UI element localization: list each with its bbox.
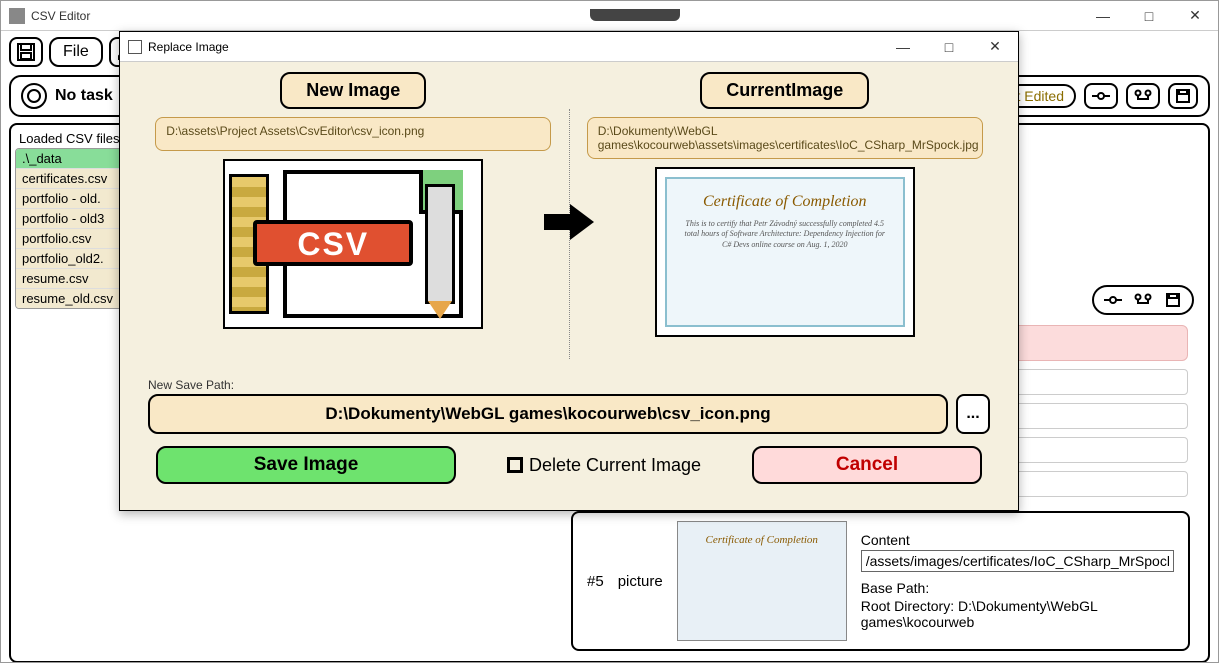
cancel-button[interactable]: Cancel <box>752 446 982 484</box>
current-image-button[interactable]: CurrentImage <box>700 72 869 109</box>
root-directory-text: Root Directory: D:\Dokumenty\WebGL games… <box>861 598 1174 630</box>
pull-icon-button[interactable] <box>1126 83 1160 109</box>
arrow-right-icon <box>544 202 594 242</box>
row-index: #5 <box>587 573 604 590</box>
close-button[interactable]: ✕ <box>1172 1 1218 31</box>
gear-icon[interactable] <box>21 83 47 109</box>
current-image-column: CurrentImage D:\Dokumenty\WebGL games\ko… <box>570 72 1001 372</box>
dialog-minimize-button[interactable]: — <box>880 32 926 62</box>
task-status-text: No task <box>55 87 113 105</box>
certificate-image: Certificate of Completion This is to cer… <box>665 177 905 327</box>
row-action-pill <box>1092 285 1194 315</box>
dialog-title: Replace Image <box>148 40 229 54</box>
app-icon <box>9 8 25 24</box>
save-icon <box>17 43 35 61</box>
dialog-body: New Image D:\assets\Project Assets\CsvEd… <box>120 62 1018 510</box>
commit-icon <box>1092 89 1110 103</box>
dialog-icon <box>128 40 142 54</box>
content-input[interactable] <box>861 550 1174 572</box>
checkbox-icon <box>507 457 523 473</box>
branch-icon-small[interactable] <box>1132 291 1154 309</box>
commit-icon-small[interactable] <box>1102 291 1124 309</box>
commit-icon-button[interactable] <box>1084 83 1118 109</box>
dialog-titlebar: Replace Image — □ ✕ <box>120 32 1018 62</box>
window-title: CSV Editor <box>31 9 90 23</box>
new-image-path: D:\assets\Project Assets\CsvEditor\csv_i… <box>155 117 551 151</box>
save-small-button[interactable] <box>1168 83 1198 109</box>
new-image-preview: CSV <box>223 159 483 329</box>
row-type: picture <box>618 573 663 590</box>
save-icon-button[interactable] <box>9 37 43 67</box>
new-save-path-field[interactable]: D:\Dokumenty\WebGL games\kocourweb\csv_i… <box>148 394 948 434</box>
delete-current-label: Delete Current Image <box>529 455 701 476</box>
content-label: Content <box>861 532 1174 548</box>
app-window: CSV Editor — □ ✕ File No task Not Edited… <box>0 0 1219 663</box>
save-small-icon <box>1176 89 1190 103</box>
replace-image-dialog: Replace Image — □ ✕ New Image D:\assets\… <box>119 31 1019 511</box>
cert-body-text: This is to certify that Petr Závodný suc… <box>683 219 887 250</box>
browse-button[interactable]: ... <box>956 394 990 434</box>
camera-notch <box>590 9 680 21</box>
dialog-close-button[interactable]: ✕ <box>972 32 1018 62</box>
minimize-button[interactable]: — <box>1080 1 1126 31</box>
row-detail-panel: #5 picture Content Base Path: Root Direc… <box>571 511 1190 651</box>
current-image-preview: Certificate of Completion This is to cer… <box>655 167 915 337</box>
new-image-column: New Image D:\assets\Project Assets\CsvEd… <box>138 72 569 372</box>
detail-fields: Content Base Path: Root Directory: D:\Do… <box>861 530 1174 632</box>
cert-title-text: Certificate of Completion <box>667 193 903 211</box>
image-thumbnail[interactable] <box>677 521 847 641</box>
main-titlebar: CSV Editor — □ ✕ <box>1 1 1218 31</box>
dialog-maximize-button[interactable]: □ <box>926 32 972 62</box>
delete-current-checkbox[interactable]: Delete Current Image <box>474 455 734 476</box>
new-image-button[interactable]: New Image <box>280 72 426 109</box>
base-path-label: Base Path: <box>861 580 1174 596</box>
new-save-path-label: New Save Path: <box>148 378 998 392</box>
save-icon-small[interactable] <box>1162 291 1184 309</box>
branch-icon <box>1134 89 1152 103</box>
save-image-button[interactable]: Save Image <box>156 446 456 484</box>
csv-file-icon: CSV <box>233 164 473 324</box>
file-menu-button[interactable]: File <box>49 37 103 67</box>
current-image-path: D:\Dokumenty\WebGL games\kocourweb\asset… <box>587 117 983 159</box>
maximize-button[interactable]: □ <box>1126 1 1172 31</box>
csv-tag-text: CSV <box>253 220 413 266</box>
file-menu-label: File <box>63 43 89 61</box>
